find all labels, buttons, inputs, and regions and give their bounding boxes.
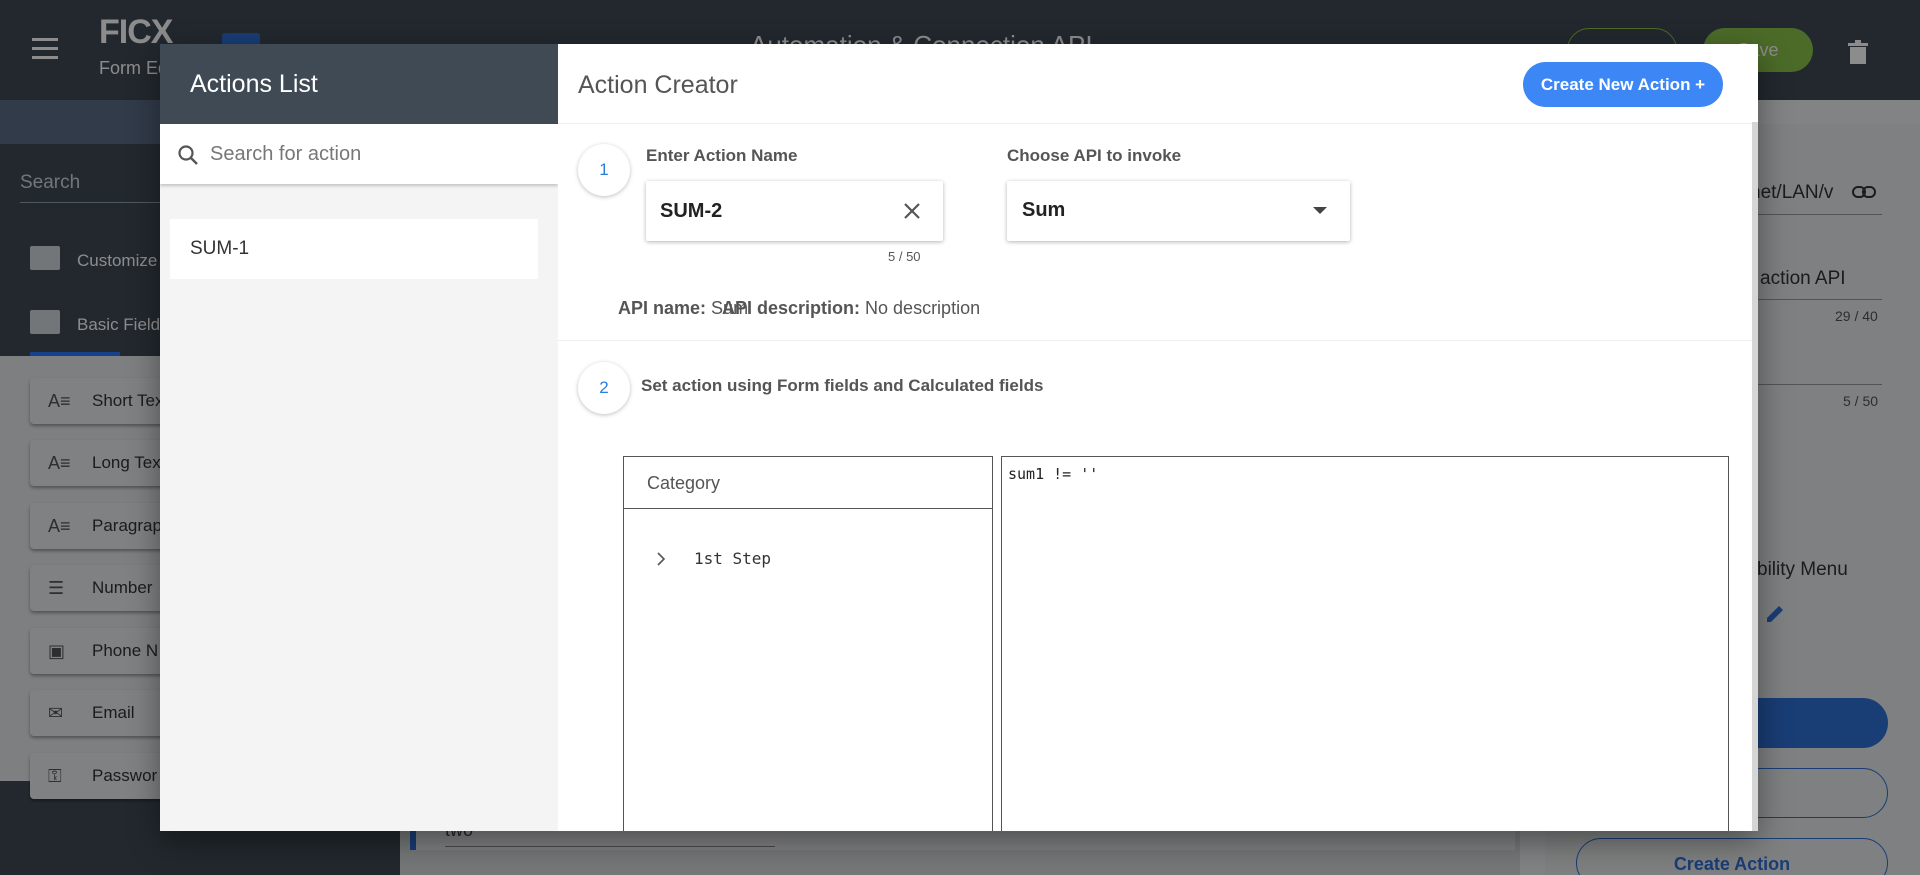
scrollbar[interactable] xyxy=(1752,122,1758,831)
action-creator-title: Action Creator xyxy=(578,71,738,99)
action-name-field xyxy=(646,181,943,241)
action-creator-panel: Action Creator Create New Action + 1 Ent… xyxy=(558,44,1752,831)
search-icon xyxy=(178,145,198,165)
api-select-value: Sum xyxy=(1022,199,1066,221)
choose-api-label: Choose API to invoke xyxy=(1007,146,1182,165)
section-divider xyxy=(558,340,1752,341)
create-new-action-button[interactable]: Create New Action + xyxy=(1523,62,1723,107)
action-name-counter: 5 / 50 xyxy=(888,249,921,264)
search-input[interactable] xyxy=(210,136,540,172)
category-header: Category xyxy=(624,457,992,509)
code-editor[interactable]: sum1 != '' xyxy=(1001,456,1729,831)
step-2-badge: 2 xyxy=(578,362,630,414)
actions-list-title: Actions List xyxy=(190,70,318,98)
chevron-down-icon xyxy=(1313,207,1327,214)
action-dialog: Actions List SUM-1 Action Creator Create… xyxy=(160,44,1758,831)
step-2-label: Set action using Form fields and Calcula… xyxy=(641,376,1044,395)
action-creator-header: Action Creator Create New Action + xyxy=(558,44,1752,124)
api-name-label: API name: xyxy=(618,298,707,318)
close-icon[interactable] xyxy=(900,199,924,223)
tree-item-label: 1st Step xyxy=(694,549,772,568)
list-item[interactable]: SUM-1 xyxy=(170,219,538,279)
chevron-right-icon[interactable] xyxy=(654,551,668,567)
api-description-info: API description: No description xyxy=(722,298,980,319)
actions-list-panel: Actions List SUM-1 xyxy=(160,44,558,831)
step-1-badge: 1 xyxy=(578,144,630,196)
action-name-input[interactable] xyxy=(660,195,890,227)
api-description-value: No description xyxy=(865,298,981,318)
actions-list-header: Actions List xyxy=(160,44,558,124)
actions-search-bar xyxy=(160,124,558,184)
code-editor-content[interactable]: sum1 != '' xyxy=(1008,465,1098,483)
api-select[interactable]: Sum xyxy=(1007,181,1350,241)
category-panel: Category 1st Step xyxy=(623,456,993,831)
action-name-label: Enter Action Name xyxy=(646,146,798,165)
api-description-label: API description: xyxy=(722,298,861,318)
